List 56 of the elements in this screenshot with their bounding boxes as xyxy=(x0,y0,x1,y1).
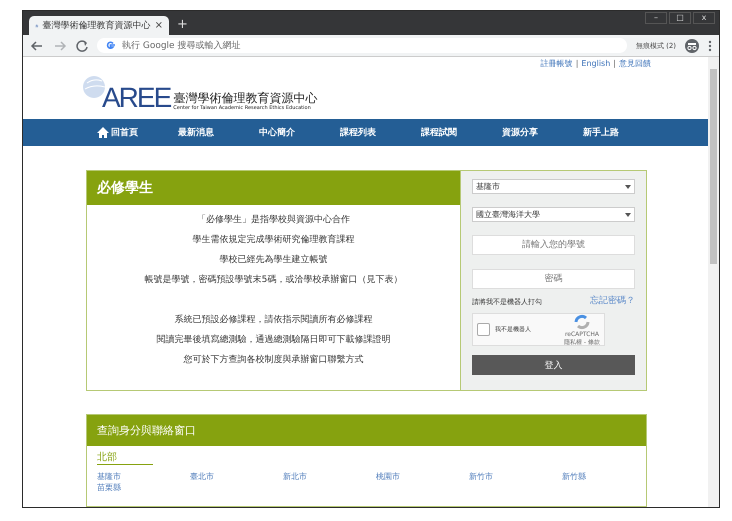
close-button[interactable]: x xyxy=(693,12,715,24)
nav-item[interactable]: 新手上路 xyxy=(583,126,664,139)
reload-icon xyxy=(76,40,88,52)
dropdown[interactable]: 基隆市 xyxy=(472,179,635,194)
link-separator: | xyxy=(613,58,616,68)
back-icon xyxy=(30,40,44,52)
city-link[interactable]: 臺北市 xyxy=(190,471,283,482)
login-button[interactable]: 登入 xyxy=(472,355,635,375)
intro-title: 必修學生 xyxy=(87,171,460,205)
intro-text: 學校已經先為學生建立帳號 xyxy=(220,254,328,267)
recaptcha-icon xyxy=(573,312,591,330)
intro-text: 閱讀完畢後填寫總測驗，通過總測驗隔日即可下載修課證明 xyxy=(156,334,390,347)
intro-text: 帳號是學號，密碼預設學號末5碼，或洽學校承辦窗口（見下表） xyxy=(144,274,402,287)
intro-text: 學生需依規定完成學術研究倫理教育課程 xyxy=(192,233,354,247)
city-link[interactable]: 苗栗縣 xyxy=(97,482,190,493)
header-link[interactable]: 意見回饋 xyxy=(619,58,651,68)
student-id-field[interactable]: 請輸入您的學號 xyxy=(472,235,635,255)
nav-item[interactable]: 最新消息 xyxy=(178,126,259,139)
maximize-button[interactable]: □ xyxy=(669,12,691,24)
contact-title: 查詢身分與聯絡窗口 xyxy=(87,415,646,446)
city-link[interactable]: 基隆市 xyxy=(97,471,190,482)
intro-text: 系統已預設必修課程，請依指示閱讀所有必修課程 xyxy=(174,314,372,327)
browser-tab[interactable]: 臺灣學術倫理教育資源中心 × xyxy=(29,16,169,35)
address-placeholder: 執行 Google 搜尋或輸入網址 xyxy=(122,40,240,52)
nav-item[interactable]: 資源分享 xyxy=(502,126,583,139)
city-link[interactable]: 桃園市 xyxy=(376,471,469,482)
nav-item[interactable]: 回首頁 xyxy=(97,126,178,139)
caret-icon xyxy=(625,184,631,188)
password-field[interactable]: 密碼 xyxy=(472,269,635,289)
minimize-button[interactable]: – xyxy=(645,12,667,24)
new-tab-button[interactable]: + xyxy=(177,17,188,32)
tab-title: 臺灣學術倫理教育資源中心 xyxy=(42,19,151,32)
link-separator: | xyxy=(576,58,578,68)
logo-mark: AREE xyxy=(102,84,170,112)
captcha-checkbox[interactable] xyxy=(477,323,490,336)
header-link[interactable]: 註冊帳號 xyxy=(540,58,573,68)
menu-icon xyxy=(708,40,712,52)
city-link[interactable]: 新北市 xyxy=(283,471,376,482)
header-link[interactable]: English xyxy=(581,58,610,68)
logo-title: 臺灣學術倫理教育資源中心 xyxy=(173,91,318,105)
city-link[interactable]: 新竹市 xyxy=(469,471,562,482)
forward-icon xyxy=(53,40,67,52)
intro-text: 「必修學生」是指學校與資源中心合作 xyxy=(197,214,350,227)
nav-item[interactable]: 中心簡介 xyxy=(259,126,340,139)
home-icon xyxy=(97,127,109,138)
nav-item[interactable]: 課程試閱 xyxy=(421,126,502,139)
dropdown[interactable]: 國立臺灣海洋大學 xyxy=(472,207,635,222)
region-heading: 北部 xyxy=(97,450,153,465)
close-tab-button[interactable]: × xyxy=(154,20,163,31)
caret-icon xyxy=(625,212,631,216)
incognito-icon xyxy=(685,38,699,52)
address-bar[interactable]: 執行 Google 搜尋或輸入網址 xyxy=(97,38,627,53)
google-g-icon xyxy=(105,40,116,51)
city-link[interactable]: 新竹縣 xyxy=(562,471,655,482)
nav-item[interactable]: 課程列表 xyxy=(340,126,421,139)
intro-text: 您可於下方查詢各校制度與承辦窗口聯繫方式 xyxy=(184,354,364,367)
